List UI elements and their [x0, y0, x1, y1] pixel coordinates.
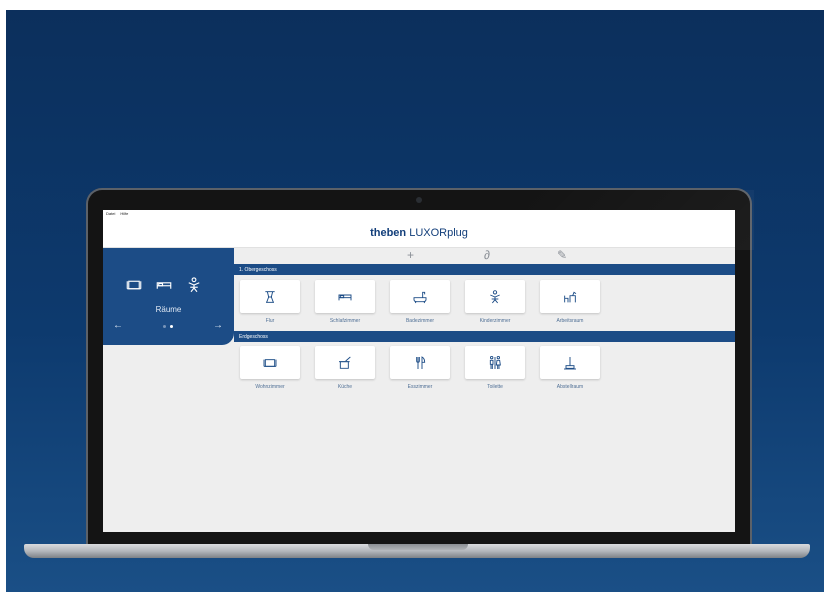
room-tile-arbeitsraum[interactable]: Arbeitsraum	[540, 280, 600, 324]
room-label: Toilette	[487, 384, 503, 390]
room-label: Schlafzimmer	[329, 318, 361, 324]
room-tile-wohnzimmer[interactable]: Wohnzimmer	[240, 346, 300, 390]
add-icon[interactable]: +	[407, 249, 414, 261]
cutlery-icon	[416, 355, 426, 369]
room-label: Badezimmer	[405, 318, 435, 324]
section-header-ground-floor: Erdgeschoss	[234, 331, 735, 342]
room-label: Esszimmer	[407, 384, 433, 390]
room-tile-flur[interactable]: Flur	[240, 280, 300, 324]
category-panel[interactable]: Räume ← →	[103, 248, 234, 345]
camera	[416, 197, 422, 203]
room-tile-toilette[interactable]: Toilette	[465, 346, 525, 390]
next-arrow-icon[interactable]: →	[213, 320, 223, 331]
desk-icon	[564, 291, 577, 302]
room-label: Arbeitsraum	[556, 318, 584, 324]
room-tile-schlafzimmer[interactable]: Schlafzimmer	[315, 280, 375, 324]
section-header-upper-floor: 1. Obergeschoss	[234, 264, 735, 275]
room-label: Kinderzimmer	[479, 318, 511, 324]
room-label: Flur	[265, 318, 275, 324]
previous-arrow-icon[interactable]: ←	[113, 320, 123, 331]
menu-file[interactable]: Datei	[106, 211, 115, 218]
room-tile-kinderzimmer[interactable]: Kinderzimmer	[465, 280, 525, 324]
hallway-icon	[265, 290, 275, 303]
sofa-icon	[263, 358, 277, 367]
room-row-upper-floor: Flur Schlafzimmer Badezimmer Kinderzimme…	[240, 280, 600, 324]
category-label: Räume	[155, 305, 182, 314]
room-row-ground-floor: Wohnzimmer Küche Esszimmer Toilette Abst…	[240, 346, 600, 390]
child-icon	[490, 289, 500, 303]
page-indicator	[163, 325, 173, 328]
broom-icon	[564, 356, 576, 369]
room-tile-esszimmer[interactable]: Esszimmer	[390, 346, 450, 390]
toilet-icon	[489, 355, 501, 369]
app-window: Datei Hilfe theben LUXORplug Räume ← → +	[103, 210, 735, 532]
page-dot[interactable]	[163, 325, 166, 328]
room-label: Wohnzimmer	[255, 384, 285, 390]
room-label: Abstellraum	[556, 384, 584, 390]
room-tile-badezimmer[interactable]: Badezimmer	[390, 280, 450, 324]
menu-help[interactable]: Hilfe	[120, 211, 128, 218]
cooking-pot-icon	[339, 356, 351, 369]
room-tile-abstellraum[interactable]: Abstellraum	[540, 346, 600, 390]
toolbar: + ∂ ✎	[234, 248, 735, 264]
touch-icon[interactable]: ∂	[484, 249, 490, 261]
child-icon	[188, 277, 200, 293]
bed-icon	[156, 282, 172, 289]
app-logo: theben LUXORplug	[370, 227, 468, 239]
living-room-icon	[126, 280, 142, 290]
bathtub-icon	[413, 291, 427, 303]
page-dot-active[interactable]	[170, 325, 173, 328]
edit-icon[interactable]: ✎	[557, 249, 567, 261]
app-header: theben LUXORplug	[103, 219, 735, 248]
laptop-notch	[368, 544, 468, 550]
menu-bar: Datei Hilfe	[103, 210, 735, 219]
room-label: Küche	[337, 384, 353, 390]
bed-icon	[338, 294, 352, 300]
room-tile-kueche[interactable]: Küche	[315, 346, 375, 390]
